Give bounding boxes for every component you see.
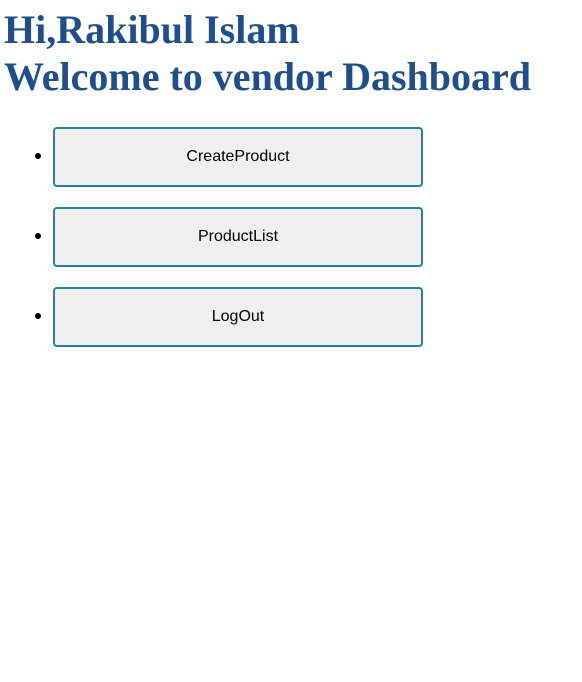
page-title: Hi,Rakibul Islam Welcome to vendor Dashb… bbox=[0, 0, 582, 100]
menu-item-logout: LogOut bbox=[53, 287, 423, 347]
menu-item-product-list: ProductList bbox=[53, 207, 423, 267]
greeting-name: Hi,Rakibul Islam bbox=[4, 7, 300, 52]
logout-button[interactable]: LogOut bbox=[53, 287, 423, 347]
product-list-button[interactable]: ProductList bbox=[53, 207, 423, 267]
welcome-message: Welcome to vendor Dashboard bbox=[4, 54, 532, 99]
menu-item-create-product: CreateProduct bbox=[53, 127, 423, 187]
vendor-menu: CreateProduct ProductList LogOut bbox=[0, 127, 423, 367]
create-product-button[interactable]: CreateProduct bbox=[53, 127, 423, 187]
